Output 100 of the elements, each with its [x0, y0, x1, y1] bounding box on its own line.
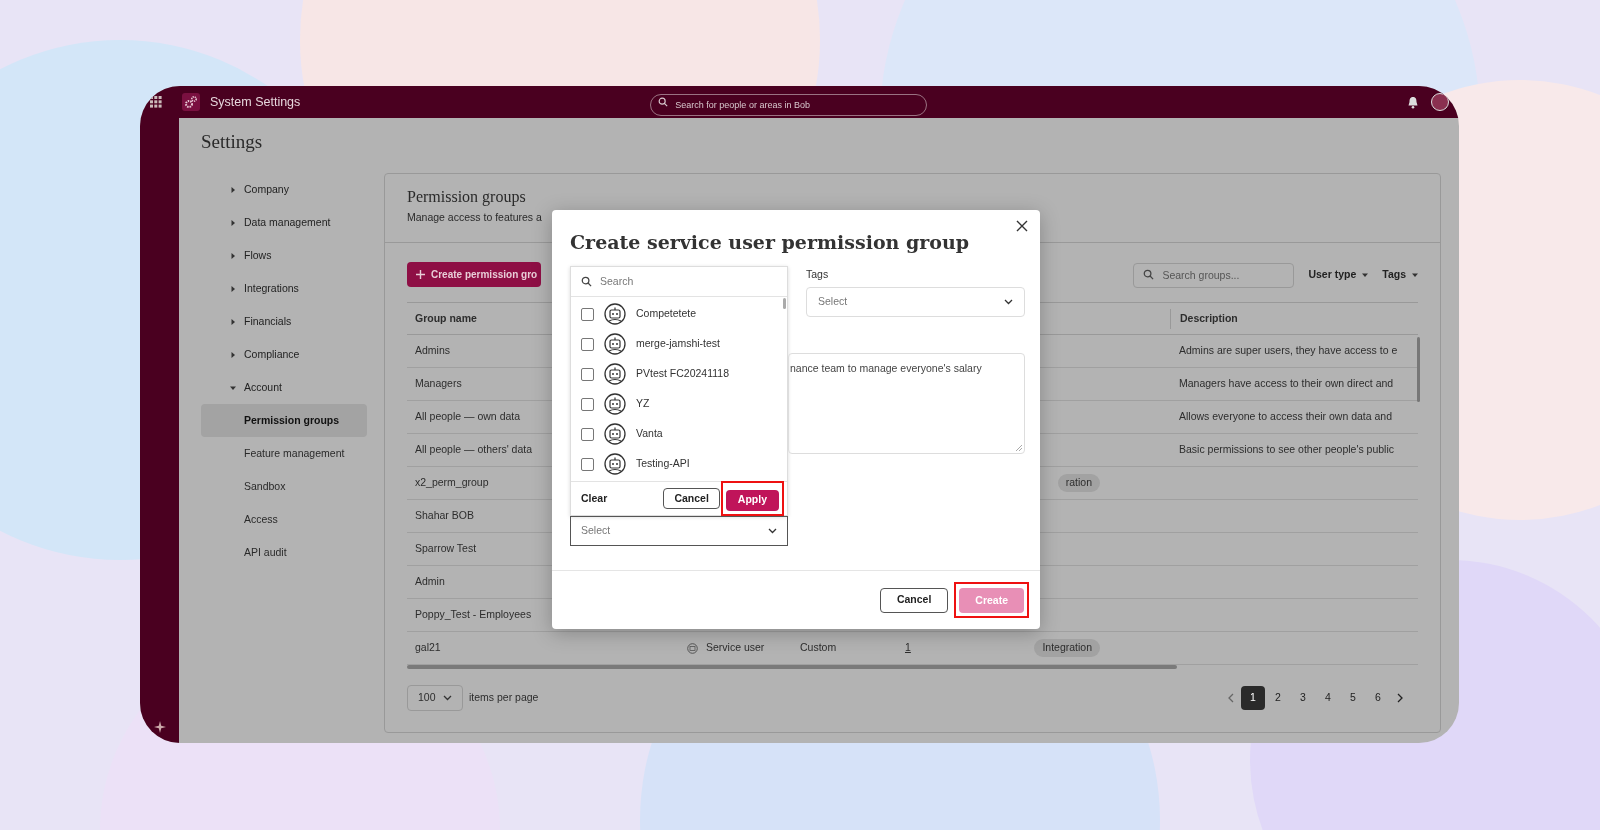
robot-avatar-icon	[604, 363, 626, 385]
column-header: Group name	[415, 311, 477, 324]
gears-logo-icon	[182, 93, 200, 111]
dropdown-cancel-button[interactable]: Cancel	[663, 488, 720, 509]
close-icon[interactable]	[1016, 220, 1028, 232]
checkbox[interactable]	[581, 367, 594, 381]
nav-item[interactable]: Integrations	[201, 272, 367, 305]
resize-handle-icon[interactable]	[1016, 444, 1022, 451]
table-cell-text: Basic permissions to see other people's public	[1178, 442, 1395, 458]
search-icon	[1143, 269, 1155, 280]
robot-avatar-icon	[604, 453, 626, 475]
page-button[interactable]: 1	[1241, 686, 1265, 710]
filter-dropdown[interactable]: User type	[1308, 266, 1369, 283]
nav-item[interactable]: Data management	[201, 206, 367, 239]
robot-avatar-icon	[604, 303, 626, 325]
caret-icon	[1412, 271, 1418, 278]
page-size-label: items per page	[469, 690, 539, 706]
chevron-down-icon	[443, 695, 452, 701]
table-cell: gal21	[415, 641, 441, 654]
cancel-button[interactable]: Cancel	[879, 587, 949, 613]
user-option[interactable]: PVtest FC20241118	[571, 359, 787, 389]
page-button[interactable]: 5	[1341, 686, 1365, 710]
caret-icon	[230, 318, 236, 325]
caret-icon	[230, 285, 236, 292]
user-option[interactable]: Competetete	[571, 299, 787, 329]
user-option[interactable]: YZ	[571, 389, 787, 419]
nav-item[interactable]: Account	[201, 371, 367, 404]
page-button[interactable]: 3	[1291, 686, 1315, 710]
table-cell-text: Admins are super users, they have access to e	[1178, 343, 1398, 359]
checkbox[interactable]	[581, 427, 594, 441]
card-title: Permission groups	[407, 187, 526, 208]
table-cell: Managers	[415, 377, 462, 390]
checkbox[interactable]	[581, 457, 594, 471]
nav-item[interactable]: Flows	[201, 239, 367, 272]
nav-item[interactable]: Company	[201, 173, 367, 206]
table-cell: Admins	[415, 344, 450, 357]
chevron-right-icon[interactable]	[1396, 693, 1404, 703]
caret-icon	[230, 384, 236, 391]
nav-subitem[interactable]: Permission groups	[201, 404, 367, 437]
caret-icon	[230, 351, 236, 358]
tags-label: Tags	[806, 267, 829, 282]
nav-subitem[interactable]: Access	[201, 503, 367, 536]
robot-avatar-icon	[604, 333, 626, 355]
create-group-button[interactable]: Create permission gro	[407, 262, 542, 287]
horizontal-scrollbar[interactable]	[407, 665, 1177, 669]
user-option[interactable]: Vanta	[571, 419, 787, 449]
sparkle-icon[interactable]	[153, 721, 166, 733]
caret-icon	[1362, 271, 1369, 278]
search-icon	[581, 276, 592, 287]
apply-button[interactable]: Apply	[725, 489, 779, 511]
table-cell: All people — own data	[415, 410, 521, 423]
tag-chip: ration	[1057, 474, 1100, 492]
page-button[interactable]: 4	[1316, 686, 1340, 710]
clear-button[interactable]: Clear	[581, 490, 608, 507]
service-user-icon	[687, 642, 698, 654]
table-cell: Poppy_Test - Employees	[415, 608, 532, 621]
checkbox[interactable]	[581, 397, 594, 411]
user-option[interactable]: Testing-API	[571, 449, 787, 479]
table-cell: Sparrow Test	[415, 542, 477, 555]
filter-dropdown[interactable]: Tags	[1382, 266, 1418, 283]
page-button[interactable]: 6	[1366, 686, 1390, 710]
table-cell: Custom	[800, 641, 837, 654]
global-search-field[interactable]: Search for people or areas in Bob	[650, 94, 928, 116]
page-title: Settings	[201, 130, 263, 154]
table-cell-text: Allows everyone to access their own data and	[1178, 409, 1393, 425]
robot-avatar-icon	[604, 423, 626, 445]
nav-subitem[interactable]: Sandbox	[201, 470, 367, 503]
table-cell: Admin	[415, 575, 445, 588]
nav-subitem[interactable]: Feature management	[201, 437, 367, 470]
table-cell: Service user	[706, 640, 765, 656]
app-title: System Settings	[210, 93, 301, 111]
user-search-field[interactable]: Search	[600, 273, 760, 290]
robot-avatar-icon	[604, 393, 626, 415]
caret-icon	[230, 252, 236, 259]
tags-select[interactable]: Select	[806, 286, 1025, 317]
nav-item[interactable]: Financials	[201, 305, 367, 338]
caret-icon	[230, 186, 236, 193]
nav-subitem[interactable]: API audit	[201, 536, 367, 569]
bell-icon[interactable]	[1407, 95, 1419, 109]
nav-item[interactable]: Compliance	[201, 338, 367, 371]
table-cell-text: Managers have access to their own direct and	[1178, 376, 1394, 392]
description-textarea[interactable]: nance team to manage everyone's salary	[788, 352, 1025, 454]
apps-grid-icon	[150, 96, 162, 108]
page-size-select[interactable]: 100	[407, 685, 463, 711]
plus-icon	[416, 270, 425, 279]
checkbox[interactable]	[581, 337, 594, 351]
search-icon	[658, 97, 669, 107]
chevron-left-icon[interactable]	[1227, 693, 1235, 703]
page-button[interactable]: 2	[1266, 686, 1290, 710]
service-user-select[interactable]: Select	[570, 516, 788, 546]
vertical-scrollbar[interactable]	[1417, 337, 1420, 402]
group-search-field[interactable]: Search groups...	[1133, 262, 1295, 288]
user-option[interactable]: merge-jamshi-test	[571, 329, 787, 359]
list-scrollbar[interactable]	[783, 298, 786, 309]
member-count-link[interactable]: 1	[905, 641, 911, 654]
table-cell: x2_perm_group	[415, 476, 489, 489]
chevron-down-icon	[768, 528, 777, 534]
checkbox[interactable]	[581, 307, 594, 321]
card-subtitle: Manage access to features a	[407, 210, 542, 225]
table-cell: Shahar BOB	[415, 509, 474, 522]
